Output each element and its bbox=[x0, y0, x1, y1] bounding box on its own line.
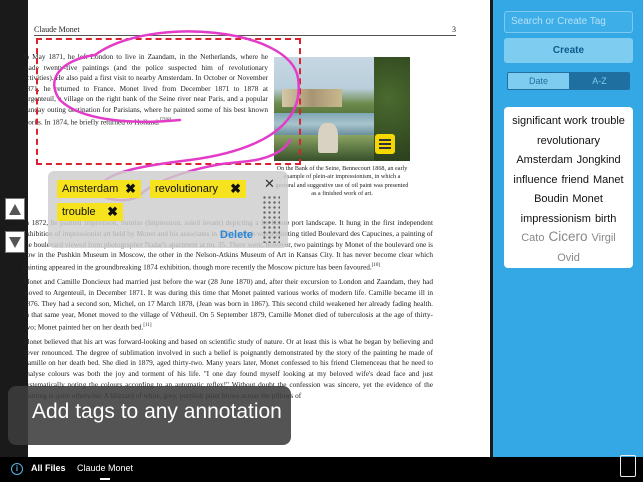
page-header-title: Claude Monet bbox=[34, 25, 80, 34]
tag-cloud-item[interactable]: Ovid bbox=[557, 249, 580, 268]
tag-popover: Amsterdam ✖ revolutionary ✖ trouble ✖ ✕ … bbox=[48, 171, 288, 248]
tag-cloud-item[interactable]: friend bbox=[561, 171, 589, 190]
arrow-down-icon bbox=[9, 237, 21, 248]
delete-button[interactable]: Delete bbox=[220, 229, 253, 241]
annotation-selection[interactable] bbox=[36, 38, 301, 165]
tag-cloud-item[interactable]: significant work bbox=[512, 112, 587, 131]
tag-chip-revolutionary[interactable]: revolutionary ✖ bbox=[150, 180, 246, 198]
breadcrumb-indicator bbox=[100, 478, 110, 480]
note-icon[interactable] bbox=[375, 134, 395, 154]
tag-cloud-item[interactable]: birth bbox=[595, 210, 616, 229]
tag-chip-trouble[interactable]: trouble ✖ bbox=[57, 203, 123, 221]
previous-page-button[interactable] bbox=[5, 198, 25, 220]
tag-cloud-item[interactable]: trouble bbox=[591, 112, 625, 131]
sort-az-option[interactable]: A-Z bbox=[569, 73, 629, 89]
tip-toast: Add tags to any annotation bbox=[8, 386, 291, 445]
remove-tag-icon[interactable]: ✖ bbox=[230, 180, 241, 198]
tag-cloud-item[interactable]: Cicero bbox=[548, 228, 587, 247]
close-icon[interactable]: ✕ bbox=[264, 176, 275, 192]
page-number: 3 bbox=[452, 25, 456, 34]
all-files-link[interactable]: All Files bbox=[31, 463, 66, 473]
info-icon[interactable]: i bbox=[11, 463, 23, 475]
sort-segmented-control: Date A-Z bbox=[507, 72, 630, 90]
tag-cloud-item[interactable]: influence bbox=[513, 171, 557, 190]
tag-cloud-item[interactable]: Jongkind bbox=[577, 151, 621, 170]
tag-cloud-item[interactable]: Cato bbox=[521, 229, 544, 248]
create-tag-button[interactable]: Create bbox=[504, 38, 633, 63]
clipboard-icon[interactable] bbox=[620, 455, 636, 477]
page-header: Claude Monet 3 bbox=[34, 25, 456, 36]
paragraph-2: Monet and Camille Doncieux had married j… bbox=[23, 277, 433, 332]
tag-sidebar: Search or Create Tag Create Date A-Z sig… bbox=[493, 0, 643, 457]
bottom-toolbar: i All Files Claude Monet bbox=[0, 457, 643, 482]
next-page-button[interactable] bbox=[5, 231, 25, 253]
tag-cloud-item[interactable]: Manet bbox=[593, 171, 624, 190]
tag-cloud-item[interactable]: Boudin bbox=[534, 190, 568, 209]
sort-date-option[interactable]: Date bbox=[508, 73, 569, 89]
tag-cloud-item[interactable]: Monet bbox=[572, 190, 603, 209]
tag-cloud-item[interactable]: impressionism bbox=[521, 210, 591, 229]
tag-cloud-item[interactable]: Virgil bbox=[592, 229, 616, 248]
tag-cloud-item[interactable]: revolutionary bbox=[537, 132, 600, 151]
tag-cloud-item[interactable]: Amsterdam bbox=[516, 151, 572, 170]
remove-tag-icon[interactable]: ✖ bbox=[107, 203, 118, 221]
drag-handle[interactable] bbox=[262, 195, 280, 243]
remove-tag-icon[interactable]: ✖ bbox=[125, 180, 136, 198]
breadcrumb[interactable]: Claude Monet bbox=[77, 463, 133, 473]
tag-cloud: significant work trouble revolutionary Am… bbox=[504, 107, 633, 268]
arrow-up-icon bbox=[9, 204, 21, 215]
tag-chip-amsterdam[interactable]: Amsterdam ✖ bbox=[57, 180, 141, 198]
figure-caption: On the Bank of the Seine, Bennecourt 186… bbox=[275, 165, 409, 198]
tag-search-input[interactable]: Search or Create Tag bbox=[504, 11, 633, 33]
